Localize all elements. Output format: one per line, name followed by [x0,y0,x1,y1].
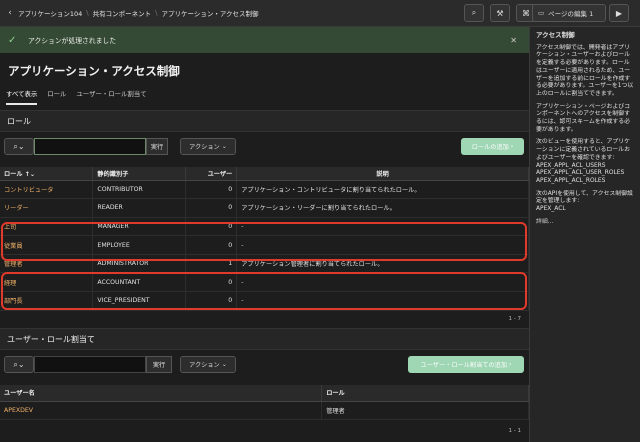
close-icon[interactable]: ✕ [510,36,517,45]
edit-page-button[interactable]: ▭ ページの編集 1 [532,4,606,22]
chevron-right-icon: › [507,361,512,368]
edit-page-label: ページの編集 1 [548,10,594,18]
table-row: APEXDEV 管理者 [0,401,529,421]
role-cell: 管理者 [321,401,529,421]
actions-label: アクション [189,362,220,369]
assignments-toolbar: ⌕⌄ 実行 アクション ⌄ ユーザー・ロール割当ての追加 › [4,356,525,384]
search-icon[interactable]: ⌕ [464,4,484,22]
more-link[interactable]: 詳細... [536,219,634,227]
table-row: コントリビュータ CONTRIBUTOR 0 アプリケーション・コントリビュータに割り… [0,180,529,200]
back-icon[interactable]: ‹ [2,8,18,18]
assignments-actions-button[interactable]: アクション ⌄ [180,356,236,373]
view-name: APEX_APPL_ACL_ROLES [536,177,606,184]
column-header-role[interactable]: ロール ↑⌄ [0,167,94,181]
table-row: リーダー READER 0 アプリケーション・リーダーに割り当てられたロール。 [0,198,529,218]
sidebar-paragraph: アクセス制御では、開発者はアプリケーション・ユーザーおよびロールを定義する必要が… [536,44,634,97]
assignments-pagination: 1 - 1 [508,428,521,434]
top-bar: ‹ アプリケーション104 \ 共有コンポーネント \ アプリケーション・アクセ… [0,0,640,27]
username-link[interactable]: APEXDEV [0,401,323,421]
add-assignment-button[interactable]: ユーザー・ロール割当ての追加 › [408,356,524,373]
help-sidebar: アクセス制御 アクセス制御では、開発者はアプリケーション・ユーザーおよびロールを… [529,27,640,442]
user-count-cell: 0 [185,180,238,200]
run-icon[interactable]: ▶ [609,4,629,22]
breadcrumb-shared-components[interactable]: 共有コンポーネント [93,8,152,18]
page-icon: ▭ [538,9,545,17]
roles-search-input[interactable] [34,138,146,155]
add-role-button[interactable]: ロールの追加 › [461,138,524,155]
sidebar-paragraph: アプリケーション・ページおよびコンポーネントへのアクセスを制御するには、認可スキ… [536,103,631,133]
column-header-description[interactable]: 説明 [236,167,529,181]
roles-go-button[interactable]: 実行 [146,138,168,155]
check-icon: ✓ [8,34,17,46]
main-content: ✓ アクションが処理されました ✕ アプリケーション・アクセス制御 すべて表示 … [0,27,529,442]
sidebar-paragraph: 次のAPIを使用して、アクセス制御設定を管理します: APEX_ACL [536,190,633,213]
assignments-region-header: ユーザー・ロール割当て [0,328,529,350]
tab-roles[interactable]: ロール [47,89,66,105]
add-role-label: ロールの追加 [471,144,509,151]
wrench-icon[interactable]: ⚒ [490,4,510,22]
description-cell: アプリケーション・リーダーに割り当てられたロール。 [236,198,529,218]
role-link[interactable]: リーダー [0,198,94,218]
assignments-table: ユーザー名 ロール APEXDEV 管理者 [0,385,529,421]
chevron-right-icon: › [508,143,514,150]
tab-bar: すべて表示 ロール ユーザー・ロール割当て [6,89,147,105]
view-name: APEX_APPL_ACL_USER_ROLES [536,170,625,177]
description-cell: アプリケーション・コントリビュータに割り当てられたロール。 [236,180,529,200]
breadcrumb-separator: \ [86,9,89,17]
success-text: アクションが処理されました [28,37,117,45]
sidebar-title: アクセス制御 [536,31,575,39]
breadcrumb-separator: \ [155,9,158,17]
roles-actions-button[interactable]: アクション ⌄ [180,138,236,155]
success-message: ✓ アクションが処理されました ✕ [0,27,529,53]
role-link[interactable]: コントリビュータ [0,180,94,200]
sidebar-paragraph: 次のビューを使用すると、アプリケーションに定義されているロールおよびユーザーを確… [536,139,631,184]
tab-show-all[interactable]: すべて表示 [6,89,38,105]
actions-label: アクション [189,144,220,151]
chevron-down-icon: ⌄ [219,143,227,150]
search-column-button[interactable]: ⌕⌄ [4,356,34,373]
highlight-box [1,222,527,261]
tab-user-role-assignments[interactable]: ユーザー・ロール割当て [76,89,146,105]
user-count-cell: 0 [185,198,238,218]
column-header-static-id[interactable]: 静的識別子 [92,167,187,181]
static-id-cell: READER [92,198,187,218]
roles-toolbar: ⌕⌄ 実行 アクション ⌄ ロールの追加 › [4,138,525,166]
column-header-username[interactable]: ユーザー名 [0,385,323,402]
assignments-search-input[interactable] [34,356,146,373]
view-name: APEX_APPL_ACL_USERS [536,162,606,169]
chevron-down-icon: ⌄ [219,361,227,368]
column-header-users[interactable]: ユーザー [185,167,238,181]
breadcrumb-app[interactable]: アプリケーション104 [18,8,82,18]
static-id-cell: CONTRIBUTOR [92,180,187,200]
search-column-button[interactable]: ⌕⌄ [4,138,34,155]
roles-region-header: ロール [0,110,529,132]
roles-pagination: 1 - 7 [508,316,521,322]
add-assignment-label: ユーザー・ロール割当ての追加 [420,362,508,369]
breadcrumb-current: アプリケーション・アクセス制御 [161,10,259,18]
api-name: APEX_ACL [536,206,566,213]
page-title: アプリケーション・アクセス制御 [8,64,180,78]
column-header-role[interactable]: ロール [321,385,529,402]
highlight-box [1,272,527,310]
assignments-go-button[interactable]: 実行 [146,356,172,373]
